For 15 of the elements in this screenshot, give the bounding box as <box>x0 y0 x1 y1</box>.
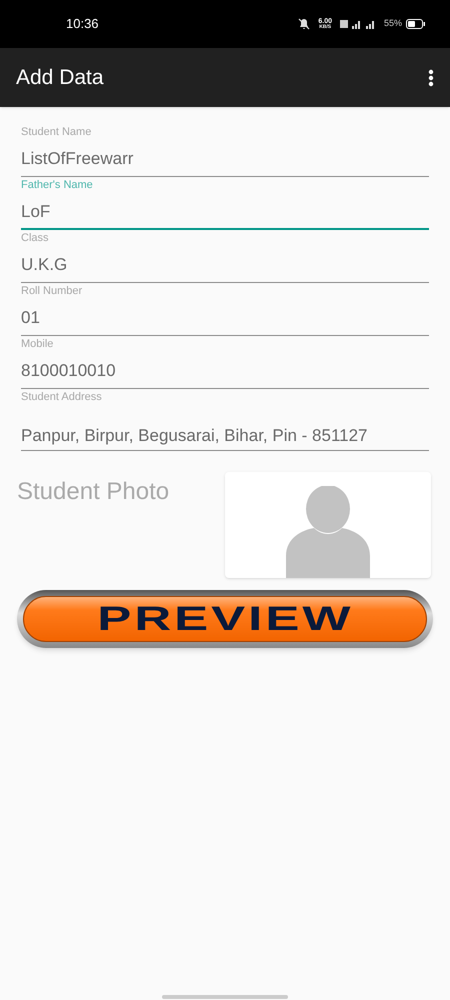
status-time: 10:36 <box>66 15 99 34</box>
text-field[interactable]: Student Name ListOfFreewarr <box>21 124 429 177</box>
text-field[interactable]: Class U.K.G <box>21 230 429 283</box>
battery-percent: 55% <box>384 17 402 30</box>
person-icon <box>284 486 372 578</box>
text-field[interactable]: Student Address Panpur, Birpur, Begusarai, Bihar, Pin - 851127 <box>21 389 429 451</box>
text-field[interactable]: Roll Number 01 <box>21 283 429 336</box>
battery-icon <box>406 19 426 29</box>
photo-label: Student Photo <box>17 477 170 507</box>
more-icon[interactable] <box>428 68 434 86</box>
mute-icon <box>298 18 310 30</box>
preview-button[interactable]: PREVIEW <box>17 590 433 648</box>
text-field[interactable]: Father's Name LoF <box>21 177 429 230</box>
text-field[interactable]: Mobile 8100010010 <box>21 336 429 389</box>
app-title: Add Data <box>16 64 105 91</box>
